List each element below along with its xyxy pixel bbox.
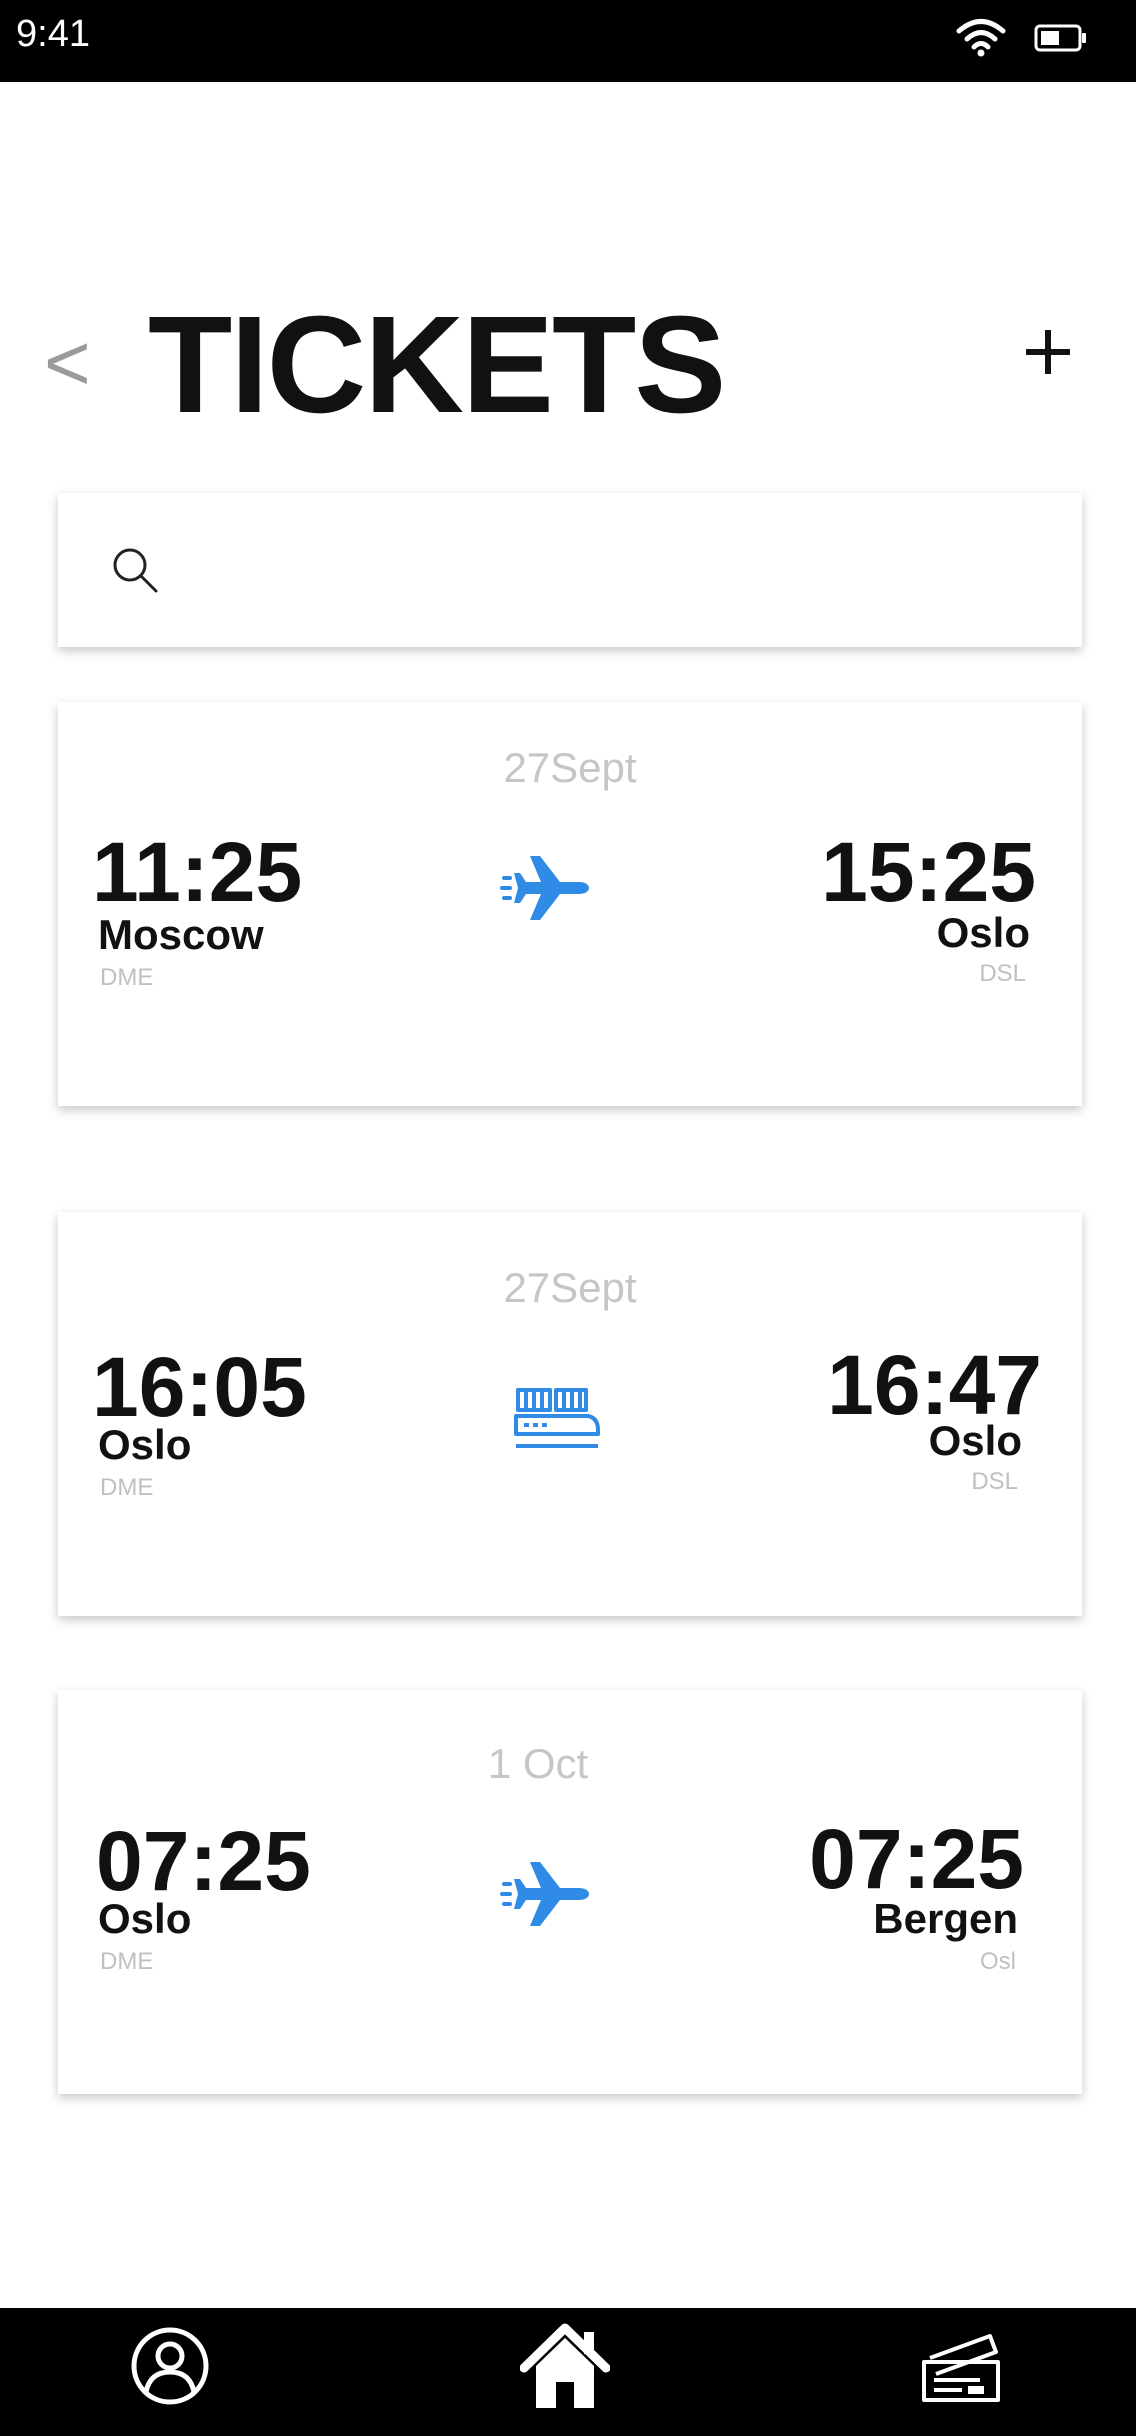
departure-time: 16:05 <box>92 1340 307 1434</box>
home-icon[interactable] <box>520 2322 610 2412</box>
tickets-icon[interactable] <box>920 2330 1004 2406</box>
wifi-icon <box>956 19 1006 57</box>
page-title: TICKETS <box>148 288 726 442</box>
airplane-icon <box>500 856 589 920</box>
arrival-city: Oslo <box>928 1417 1022 1464</box>
ticket-date: 1 Oct <box>487 1740 589 1787</box>
departure-code: DME <box>100 1948 154 1975</box>
add-button[interactable] <box>1022 326 1074 378</box>
departure-time: 07:25 <box>96 1814 311 1908</box>
ticket-card[interactable]: 1 Oct 07:25 Oslo DME 07:25 Bergen Osl <box>58 1690 1082 2094</box>
ferry-icon <box>514 1388 600 1448</box>
search-input[interactable] <box>178 533 1042 609</box>
ticket-date: 27Sept <box>503 1264 637 1311</box>
departure-city: Moscow <box>98 911 264 958</box>
departure-code: DME <box>100 964 154 991</box>
departure-time: 11:25 <box>92 825 303 919</box>
ticket-card[interactable]: 27Sept 16:05 Oslo DME 16:47 Oslo DSL <box>58 1212 1082 1616</box>
search-icon <box>113 548 158 593</box>
arrival-code: DSL <box>979 960 1026 987</box>
ticket-date: 27Sept <box>503 744 637 791</box>
arrival-time: 07:25 <box>809 1812 1024 1906</box>
arrival-city: Oslo <box>936 909 1030 956</box>
profile-icon[interactable] <box>130 2326 210 2406</box>
search-box[interactable] <box>58 493 1082 647</box>
arrival-code: Osl <box>980 1948 1016 1975</box>
departure-city: Oslo <box>98 1421 192 1468</box>
battery-icon <box>1034 24 1086 52</box>
back-button[interactable]: < <box>44 318 104 408</box>
status-time: 9:41 <box>16 13 90 55</box>
status-bar: 9:41 <box>0 0 1136 82</box>
arrival-city: Bergen <box>873 1895 1018 1942</box>
arrival-time: 15:25 <box>821 825 1036 919</box>
arrival-code: DSL <box>971 1468 1018 1495</box>
departure-city: Oslo <box>98 1895 192 1942</box>
departure-code: DME <box>100 1474 154 1501</box>
airplane-icon <box>500 1862 589 1926</box>
tab-bar <box>0 2308 1136 2436</box>
ticket-card[interactable]: 27Sept 11:25 Moscow DME 15:25 Oslo DSL <box>58 702 1082 1106</box>
